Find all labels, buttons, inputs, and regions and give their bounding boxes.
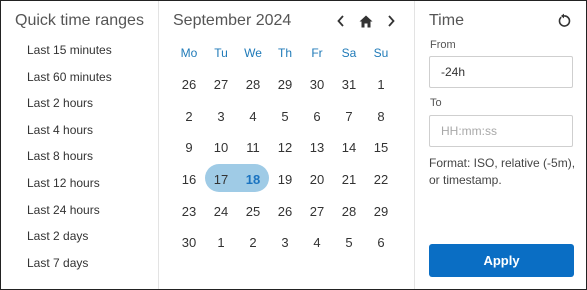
day-cell[interactable]: 28	[333, 204, 365, 219]
calendar-week-row: 2 3 4 5 6 7 8	[173, 100, 397, 132]
day-cell[interactable]: 4	[301, 235, 333, 250]
weekday-label: Mo	[180, 45, 198, 60]
time-panel: Time From To Format: ISO, relative (-5m)…	[415, 1, 586, 289]
calendar-week-row: 9 10 11 12 13 14 15	[173, 132, 397, 164]
day-cell[interactable]: 26	[173, 77, 205, 92]
day-cell[interactable]: 1	[205, 235, 237, 250]
weekday-label: We	[244, 45, 262, 60]
prev-month-button[interactable]	[331, 11, 351, 31]
day-cell[interactable]: 13	[301, 140, 333, 155]
day-cell[interactable]: 3	[205, 109, 237, 124]
calendar-grid: Mo Tu We Th Fr Sa Su 26 27 28 29 30 31 1…	[173, 37, 397, 259]
quick-range-item[interactable]: Last 24 hours	[27, 199, 112, 226]
day-cell[interactable]: 7	[333, 109, 365, 124]
day-cell[interactable]: 29	[269, 77, 301, 92]
day-cell[interactable]: 25	[237, 204, 269, 219]
day-cell[interactable]: 9	[173, 140, 205, 155]
quick-ranges-title: Quick time ranges	[15, 12, 144, 29]
from-label: From	[430, 39, 456, 51]
day-cell[interactable]: 30	[301, 77, 333, 92]
day-cell[interactable]: 19	[269, 172, 301, 187]
time-range-picker: Quick time ranges Last 15 minutes Last 6…	[0, 0, 587, 290]
format-hint: Format: ISO, relative (-5m), or timestam…	[429, 156, 576, 187]
day-cell[interactable]: 23	[173, 204, 205, 219]
day-cell[interactable]: 5	[269, 109, 301, 124]
to-label: To	[430, 97, 442, 109]
quick-ranges-panel: Quick time ranges Last 15 minutes Last 6…	[1, 1, 159, 289]
day-cell[interactable]: 28	[237, 77, 269, 92]
day-cell[interactable]: 10	[205, 140, 237, 155]
from-input[interactable]	[429, 56, 573, 88]
reset-icon	[558, 13, 571, 27]
quick-range-item[interactable]: Last 2 days	[27, 225, 112, 252]
time-title: Time	[429, 12, 464, 29]
quick-range-item[interactable]: Last 15 minutes	[27, 39, 112, 66]
current-month-button[interactable]	[356, 11, 376, 31]
calendar-month-label: September 2024	[173, 12, 292, 29]
calendar-week-row: 16 17 18 19 20 21 22	[173, 164, 397, 196]
weekday-label: Tu	[214, 45, 228, 60]
calendar-week-row: 26 27 28 29 30 31 1	[173, 69, 397, 101]
day-cell[interactable]: 21	[333, 172, 365, 187]
calendar-panel: September 2024 Mo Tu We Th Fr Sa Su 26 2…	[159, 1, 415, 289]
to-input[interactable]	[429, 115, 573, 147]
day-cell[interactable]: 12	[269, 140, 301, 155]
day-cell[interactable]: 27	[301, 204, 333, 219]
calendar-week-row: 30 1 2 3 4 5 6	[173, 227, 397, 259]
day-cell[interactable]: 22	[365, 172, 397, 187]
day-cell-range-start[interactable]: 17	[205, 172, 237, 187]
weekday-header-row: Mo Tu We Th Fr Sa Su	[173, 37, 397, 69]
day-cell[interactable]: 24	[205, 204, 237, 219]
reset-button[interactable]	[556, 13, 572, 29]
day-cell[interactable]: 14	[333, 140, 365, 155]
day-cell[interactable]: 1	[365, 77, 397, 92]
weekday-label: Sa	[341, 45, 357, 60]
day-cell[interactable]: 26	[269, 204, 301, 219]
quick-range-item[interactable]: Last 60 minutes	[27, 66, 112, 93]
day-cell[interactable]: 30	[173, 235, 205, 250]
chevron-right-icon	[388, 15, 395, 27]
chevron-left-icon	[337, 15, 344, 27]
day-cell[interactable]: 4	[237, 109, 269, 124]
next-month-button[interactable]	[381, 11, 401, 31]
day-cell[interactable]: 16	[173, 172, 205, 187]
day-cell[interactable]: 15	[365, 140, 397, 155]
apply-button[interactable]: Apply	[429, 244, 574, 277]
home-icon	[359, 15, 373, 27]
quick-range-item[interactable]: Last 8 hours	[27, 145, 112, 172]
quick-range-item[interactable]: Last 7 days	[27, 252, 112, 279]
day-cell[interactable]: 2	[237, 235, 269, 250]
day-cell[interactable]: 2	[173, 109, 205, 124]
day-cell[interactable]: 3	[269, 235, 301, 250]
quick-range-item[interactable]: Last 2 hours	[27, 92, 112, 119]
day-cell[interactable]: 8	[365, 109, 397, 124]
day-cell[interactable]: 11	[237, 140, 269, 155]
day-cell[interactable]: 6	[301, 109, 333, 124]
day-cell[interactable]: 31	[333, 77, 365, 92]
quick-ranges-list: Last 15 minutes Last 60 minutes Last 2 h…	[27, 39, 112, 278]
weekday-label: Th	[277, 45, 292, 60]
day-cell[interactable]: 20	[301, 172, 333, 187]
day-cell[interactable]: 6	[365, 235, 397, 250]
day-cell[interactable]: 27	[205, 77, 237, 92]
quick-range-item[interactable]: Last 4 hours	[27, 119, 112, 146]
quick-range-item[interactable]: Last 12 hours	[27, 172, 112, 199]
weekday-label: Fr	[311, 45, 323, 60]
weekday-label: Su	[373, 45, 389, 60]
calendar-week-row: 23 24 25 26 27 28 29	[173, 195, 397, 227]
day-cell[interactable]: 5	[333, 235, 365, 250]
day-cell[interactable]: 29	[365, 204, 397, 219]
day-cell-today[interactable]: 18	[237, 172, 269, 187]
